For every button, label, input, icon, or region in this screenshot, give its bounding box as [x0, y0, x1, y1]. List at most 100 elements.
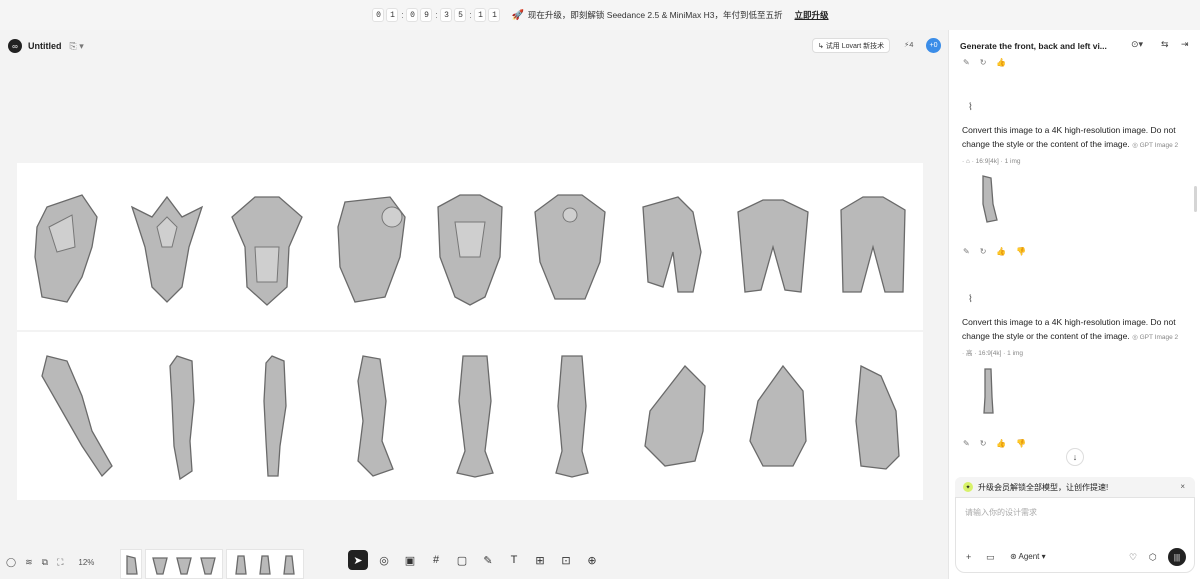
pen-tool-icon[interactable]: ✎ [478, 550, 498, 570]
canvas-board[interactable] [17, 163, 923, 500]
sparkle-icon: ✦ [963, 482, 973, 492]
countdown-digit: 1 [386, 8, 399, 22]
thigh-side-shape [642, 195, 702, 293]
select-tool-icon[interactable]: ➤ [348, 550, 368, 570]
arm-back-shape [263, 355, 287, 477]
cube-icon[interactable]: ⬡ [1149, 552, 1157, 563]
thumbnail[interactable] [120, 549, 142, 579]
add-icon[interactable]: + [966, 552, 971, 562]
chest-armor-views-image[interactable] [320, 163, 620, 330]
idea-icon[interactable]: ♡ [1129, 552, 1137, 563]
promo-banner: 01:09:35:11 🚀 现在升级，即刻解锁 Seedance 2.5 & M… [0, 0, 1200, 30]
upgrade-link[interactable]: 立即升级 [795, 9, 829, 21]
gauntlet-front-shape [749, 364, 807, 467]
zoom-level[interactable]: 12% [78, 558, 94, 567]
retry-icon[interactable]: ↻ [980, 439, 987, 448]
video-gen-tool-icon[interactable]: ⊡ [556, 550, 576, 570]
thumbs-up-icon[interactable]: 👍 [996, 58, 1006, 67]
thumbs-up-icon[interactable]: 👍 [996, 247, 1006, 256]
chest-side-shape [337, 195, 406, 303]
image-gen-tool-icon[interactable]: ⊞ [530, 550, 550, 570]
thumbnail[interactable] [145, 549, 223, 579]
countdown-separator: : [469, 10, 472, 20]
countdown-timer: 01:09:35:11 [371, 8, 501, 22]
countdown-digit: 0 [406, 8, 419, 22]
agent-mode-selector[interactable]: ⊛ Agent ▾ [1010, 552, 1046, 561]
rectangle-tool-icon[interactable]: ▢ [452, 550, 472, 570]
helmet-front-shape [130, 195, 204, 303]
retry-icon[interactable]: ↻ [980, 247, 987, 256]
cloud-sync-icon[interactable]: ⎘ ▾ [70, 41, 84, 52]
chat-scrollbar[interactable] [1194, 186, 1197, 212]
layers-icon[interactable]: ≋ [25, 557, 33, 568]
circle-tool-icon[interactable]: ◯ [6, 557, 16, 568]
share-icon[interactable]: ⇆ [1161, 39, 1169, 50]
history-icon[interactable]: ⊙▾ [1131, 39, 1143, 50]
countdown-separator: : [401, 10, 404, 20]
user-message: Convert this image to a 4K high-resoluti… [962, 123, 1182, 169]
thigh-back-shape [840, 195, 906, 293]
edit-icon[interactable]: ✎ [963, 247, 970, 256]
scroll-down-button[interactable]: ↓ [1066, 448, 1084, 466]
image-edit-tool-icon[interactable]: ▣ [400, 550, 420, 570]
user-message: Convert this image to a 4K high-resoluti… [962, 315, 1182, 361]
helmet-views-image[interactable] [17, 163, 317, 330]
chest-back-shape [534, 193, 606, 300]
fit-screen-icon[interactable]: ⛶ [57, 557, 63, 568]
upgrade-promo[interactable]: ✦ 升级会员解锁全部模型，让创作提速! × [955, 477, 1195, 497]
pin-tool-icon[interactable]: ◎ [374, 550, 394, 570]
close-icon[interactable]: × [1180, 482, 1185, 491]
leg-armor-views-image[interactable] [623, 163, 923, 330]
promo-text: 升级会员解锁全部模型，让创作提速! [978, 482, 1109, 492]
document-title[interactable]: Untitled [28, 41, 62, 51]
shin-front-shape [456, 355, 494, 478]
countdown-digit: 1 [488, 8, 501, 22]
reference-thumb[interactable]: ⌇ [968, 102, 973, 113]
chest-front-shape [437, 193, 503, 306]
countdown-digit: 9 [420, 8, 433, 22]
shin-armor-views-image[interactable] [320, 332, 620, 500]
thumbs-down-icon[interactable]: 👎 [1016, 439, 1026, 448]
thumbnail[interactable] [226, 549, 304, 579]
banner-text: 现在升级，即刻解锁 Seedance 2.5 & MiniMax H3，年付到低… [527, 10, 783, 20]
arm-armor-views-image[interactable] [17, 332, 317, 500]
countdown-separator: : [435, 10, 438, 20]
shin-side-shape [357, 355, 395, 477]
thumbs-down-icon[interactable]: 👎 [1016, 247, 1026, 256]
thigh-front-shape [737, 198, 809, 293]
generated-image[interactable] [962, 363, 1014, 421]
text-tool-icon[interactable]: T [504, 550, 524, 570]
chat-input-box: + ▭ ⊛ Agent ▾ ♡ ⬡ ||| [955, 497, 1195, 573]
thumbs-up-icon[interactable]: 👍 [996, 439, 1006, 448]
generated-image[interactable] [962, 170, 1014, 228]
copy-icon[interactable]: ⧉ [42, 557, 48, 568]
countdown-digit: 3 [440, 8, 453, 22]
arm-side-shape [41, 355, 113, 478]
try-new-tech-button[interactable]: ↳ 试用 Lovart 新技术 [812, 38, 891, 53]
helmet-side-shape [34, 193, 98, 303]
gauntlet-side-shape [643, 365, 706, 467]
edit-icon[interactable]: ✎ [963, 439, 970, 448]
collapse-panel-icon[interactable]: ⇥ [1181, 39, 1189, 50]
canvas-header: ∞ Untitled ⎘ ▾ [0, 30, 948, 62]
message-actions: ✎ ↻ 👍 [963, 58, 1006, 67]
page-thumbnails [120, 549, 306, 579]
design-request-input[interactable] [965, 508, 1185, 517]
attachment-icon[interactable]: ▭ [986, 552, 995, 563]
retry-icon[interactable]: ↻ [980, 58, 987, 67]
countdown-digit: 5 [454, 8, 467, 22]
reference-thumb[interactable]: ⌇ [968, 294, 973, 305]
app-logo[interactable]: ∞ [8, 39, 22, 53]
countdown-digit: 0 [372, 8, 385, 22]
avatar[interactable]: +0 [926, 38, 941, 53]
shin-back-shape [554, 355, 589, 478]
voice-input-icon[interactable]: ||| [1168, 548, 1186, 566]
upscale-tool-icon[interactable]: ⊕ [582, 550, 602, 570]
credits-count: ⚡4 [904, 40, 914, 49]
gauntlet-back-shape [855, 364, 900, 470]
message-actions: ✎ ↻ 👍 👎 [963, 247, 1026, 256]
gauntlet-views-image[interactable] [623, 332, 923, 500]
edit-icon[interactable]: ✎ [963, 58, 970, 67]
frame-tool-icon[interactable]: # [426, 550, 446, 570]
canvas-toolbar: ➤ ◎ ▣ # ▢ ✎ T ⊞ ⊡ ⊕ [346, 547, 604, 573]
